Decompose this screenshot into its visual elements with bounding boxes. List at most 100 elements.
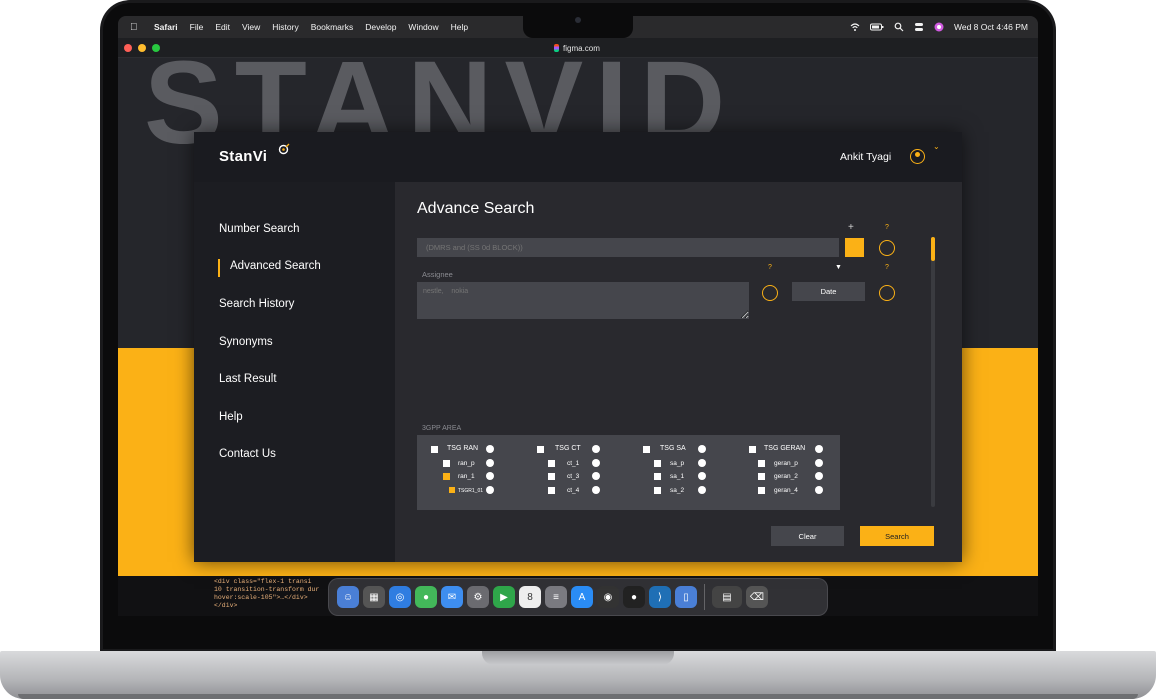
scrollbar-thumb[interactable] (931, 237, 935, 261)
menu-history[interactable]: History (272, 22, 298, 32)
sidebar-item-number-search[interactable]: Number Search (219, 223, 300, 235)
battery-icon[interactable] (869, 22, 884, 32)
search-button[interactable]: Search (860, 526, 934, 546)
clear-button[interactable]: Clear (771, 526, 844, 546)
sa-p-checkbox[interactable] (654, 460, 661, 467)
tsg-ct-checkbox[interactable] (537, 446, 544, 453)
geran-p-checkbox[interactable] (758, 460, 765, 467)
tsgr1-01-label: TSGR1_01 (458, 488, 484, 494)
assignee-input[interactable] (417, 282, 749, 319)
sa-1-radio[interactable] (698, 472, 706, 480)
ran-1-radio[interactable] (486, 472, 494, 480)
assignee-option-radio[interactable] (762, 285, 778, 301)
ct-1-checkbox[interactable] (548, 460, 555, 467)
messages-icon[interactable]: ● (415, 586, 437, 608)
siri-icon[interactable] (934, 22, 944, 32)
menu-window[interactable]: Window (408, 22, 438, 32)
window-zoom-icon[interactable] (152, 44, 160, 52)
add-query-button[interactable] (845, 238, 864, 257)
tsg-sa-radio[interactable] (698, 445, 706, 453)
sidebar-item-last-result[interactable]: Last Result (219, 373, 277, 385)
window-minimize-icon[interactable] (138, 44, 146, 52)
user-name[interactable]: Ankit Tyagi (840, 151, 891, 163)
scrollbar-track[interactable] (931, 237, 935, 507)
facetime-icon[interactable]: ▶ (493, 586, 515, 608)
tsgr1-01-radio[interactable] (486, 486, 494, 494)
app-logo[interactable]: StanVi (219, 148, 267, 165)
date-option-radio[interactable] (879, 285, 895, 301)
menu-develop[interactable]: Develop (365, 22, 396, 32)
sa-p-radio[interactable] (698, 459, 706, 467)
launchpad-icon[interactable]: ▦ (363, 586, 385, 608)
sidebar-item-contact-us[interactable]: Contact Us (219, 448, 276, 460)
geran-2-radio[interactable] (815, 472, 823, 480)
code-line: </div> (214, 602, 238, 609)
github-icon[interactable]: ● (623, 586, 645, 608)
menu-bookmarks[interactable]: Bookmarks (311, 22, 354, 32)
tsg-sa-checkbox[interactable] (643, 446, 650, 453)
ct-1-radio[interactable] (592, 459, 600, 467)
sidebar-item-search-history[interactable]: Search History (219, 298, 294, 310)
wifi-icon[interactable] (850, 22, 860, 32)
address-bar[interactable]: figma.com (554, 42, 600, 54)
ran-p-radio[interactable] (486, 459, 494, 467)
apple-icon[interactable]:  (130, 22, 140, 33)
ct-4-checkbox[interactable] (548, 487, 555, 494)
settings-icon[interactable]: ⚙ (467, 586, 489, 608)
mail-icon[interactable]: ✉ (441, 586, 463, 608)
geran-4-radio[interactable] (815, 486, 823, 494)
chrome-icon[interactable]: ◉ (597, 586, 619, 608)
query-input[interactable] (417, 238, 839, 257)
tsg-ran-radio[interactable] (486, 445, 494, 453)
ran-1-checkbox[interactable] (443, 473, 450, 480)
menu-app-name[interactable]: Safari (154, 22, 178, 32)
ct-3-checkbox[interactable] (548, 473, 555, 480)
geran-4-checkbox[interactable] (758, 487, 765, 494)
help-question-icon[interactable]: ? (885, 224, 889, 231)
app-store-icon[interactable]: A (571, 586, 593, 608)
sa-2-radio[interactable] (698, 486, 706, 494)
vscode-icon[interactable]: ⟩ (649, 586, 671, 608)
stanvi-app: StanVi Ankit Tyagi ⌄ Number Search Advan… (194, 132, 962, 562)
calendar-icon[interactable]: 8 (519, 586, 541, 608)
sa-1-checkbox[interactable] (654, 473, 661, 480)
sidebar-item-synonyms[interactable]: Synonyms (219, 336, 273, 348)
query-option-radio[interactable] (879, 240, 895, 256)
ct-3-radio[interactable] (592, 472, 600, 480)
sidebar-item-help[interactable]: Help (219, 411, 243, 423)
safari-icon[interactable]: ◎ (389, 586, 411, 608)
laptop-base-shadow (18, 694, 1138, 699)
date-button[interactable]: Date (792, 282, 865, 301)
preview-icon[interactable]: ▯ (675, 586, 697, 608)
menu-view[interactable]: View (242, 22, 260, 32)
ct-4-radio[interactable] (592, 486, 600, 494)
chevron-down-icon[interactable]: ⌄ (933, 142, 940, 151)
tsg-ct-radio[interactable] (592, 445, 600, 453)
ran-p-checkbox[interactable] (443, 460, 450, 467)
help-question-icon[interactable]: ? (885, 264, 889, 271)
window-close-icon[interactable] (124, 44, 132, 52)
menu-help[interactable]: Help (451, 22, 468, 32)
devtools-code: <div class="flex-1 transi 10 transition-… (214, 578, 319, 610)
help-question-icon[interactable]: ? (768, 264, 772, 271)
tsg-geran-checkbox[interactable] (749, 446, 756, 453)
sidebar-item-advanced-search[interactable]: Advanced Search (230, 260, 321, 272)
finder-icon[interactable]: ☺ (337, 586, 359, 608)
control-center-icon[interactable] (914, 22, 924, 32)
sa-2-checkbox[interactable] (654, 487, 661, 494)
geran-p-radio[interactable] (815, 459, 823, 467)
notes-icon[interactable]: ≡ (545, 586, 567, 608)
tsgr1-01-checkbox[interactable] (449, 487, 455, 493)
trash-icon[interactable]: ⌫ (746, 586, 768, 608)
menu-edit[interactable]: Edit (215, 22, 230, 32)
spotlight-search-icon[interactable] (894, 22, 904, 32)
tsg-ran-checkbox[interactable] (431, 446, 438, 453)
tsg-geran-radio[interactable] (815, 445, 823, 453)
caret-down-icon[interactable]: ▼ (835, 264, 842, 271)
geran-2-checkbox[interactable] (758, 473, 765, 480)
menu-clock[interactable]: Wed 8 Oct 4:46 PM (954, 22, 1028, 32)
user-avatar-icon[interactable] (910, 149, 925, 164)
page-title: Advance Search (417, 200, 535, 217)
downloads-icon[interactable]: ▤ (712, 586, 742, 608)
menu-file[interactable]: File (190, 22, 204, 32)
